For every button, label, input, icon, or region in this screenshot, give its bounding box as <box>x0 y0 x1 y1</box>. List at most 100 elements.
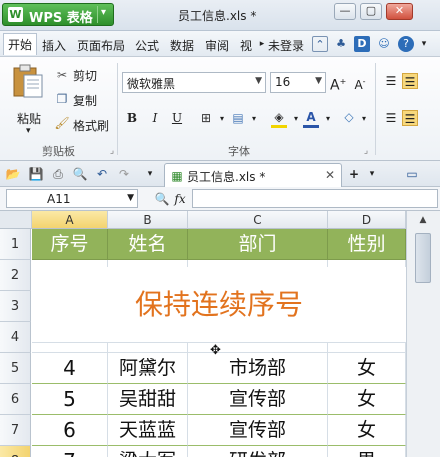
skin-icon[interactable]: ♣ <box>333 36 349 52</box>
minimize-button[interactable]: — <box>334 3 356 20</box>
highlight-dropdown-icon[interactable]: ▾ <box>288 111 304 127</box>
cell-dept[interactable]: 宣传部 <box>188 415 328 446</box>
row-header-2[interactable]: 2 <box>0 260 31 291</box>
cell-gender[interactable]: 女 <box>328 353 406 384</box>
close-icon[interactable]: ✕ <box>325 168 335 182</box>
column-header-a[interactable]: A <box>32 211 108 229</box>
cell-name[interactable]: 吴甜甜 <box>108 384 188 415</box>
redo-icon[interactable]: ↷ <box>116 166 132 182</box>
row-header-6[interactable]: 6 <box>0 384 31 415</box>
italic-button[interactable]: I <box>147 110 163 126</box>
tab-document[interactable]: ▦ 员工信息.xls * ✕ <box>164 163 342 187</box>
cell-dept[interactable]: 研发部 <box>188 446 328 457</box>
formula-input[interactable] <box>192 189 438 208</box>
open-folder-icon[interactable]: 📂 <box>5 166 21 182</box>
user-icon[interactable]: ☺ <box>376 36 392 52</box>
paste-dropdown-icon[interactable]: ▾ <box>26 126 31 136</box>
header-cell-name[interactable]: 姓名 <box>108 229 188 260</box>
merged-title-cell[interactable]: 保持连续序号 <box>32 267 406 343</box>
cell-gender[interactable]: 女 <box>328 384 406 415</box>
decrease-font-icon[interactable]: A- <box>352 74 368 92</box>
tab-home[interactable]: 开始 <box>3 33 38 55</box>
paste-button[interactable]: 粘贴 ▾ <box>8 63 48 136</box>
column-header-c[interactable]: C <box>188 211 328 229</box>
font-size-select[interactable]: 16 ▼ <box>270 72 326 93</box>
scroll-up-icon[interactable]: ▲ <box>415 215 431 229</box>
fill-format-dropdown-icon[interactable]: ▾ <box>246 111 262 127</box>
fill-format-icon[interactable]: ▤ <box>230 110 246 126</box>
clear-format-dropdown-icon[interactable]: ▾ <box>356 111 372 127</box>
tab-list-icon[interactable]: ▭ <box>404 166 420 182</box>
help-icon[interactable]: ? <box>398 36 414 52</box>
quick-access-dropdown-icon[interactable]: ▾ <box>142 166 158 182</box>
header-cell-seq[interactable]: 序号 <box>32 229 108 260</box>
cell-seq[interactable]: 4 <box>32 353 108 384</box>
cell-name[interactable]: 阿黛尔 <box>108 353 188 384</box>
cut-button[interactable]: 剪切 <box>73 67 97 84</box>
column-header-b[interactable]: B <box>108 211 188 229</box>
maximize-button[interactable]: ▢ <box>360 3 382 20</box>
row-header-8[interactable]: 8 <box>0 446 31 457</box>
login-status[interactable]: 未登录 <box>268 37 304 54</box>
header-cell-gender[interactable]: 性别 <box>328 229 406 260</box>
tab-review[interactable]: 审阅 <box>205 37 229 54</box>
align-center-icon[interactable]: ☰ <box>402 110 418 126</box>
name-box[interactable]: A11 ▼ <box>6 189 138 208</box>
row-header-7[interactable]: 7 <box>0 415 31 446</box>
border-dropdown-icon[interactable]: ▾ <box>214 111 230 127</box>
highlight-color-icon[interactable]: ◈ <box>271 109 287 125</box>
tab-formulas[interactable]: 公式 <box>135 37 159 54</box>
new-tab-dropdown-icon[interactable]: ▾ <box>364 166 380 182</box>
cell-dept[interactable]: 宣传部 <box>188 384 328 415</box>
bold-button[interactable]: B <box>124 110 140 126</box>
clear-format-icon[interactable]: ◇ <box>341 109 357 125</box>
increase-font-icon[interactable]: A+ <box>330 74 346 94</box>
format-painter-button[interactable]: 格式刷 <box>73 117 109 134</box>
tab-page-layout[interactable]: 页面布局 <box>77 37 125 54</box>
row-header-5[interactable]: 5 <box>0 353 31 384</box>
underline-button[interactable]: U <box>169 110 185 126</box>
scroll-thumb[interactable] <box>415 233 431 283</box>
header-cell-dept[interactable]: 部门 <box>188 229 328 260</box>
font-color-icon[interactable]: A <box>303 109 319 125</box>
cell-dept[interactable]: 市场部 <box>188 353 328 384</box>
fx-button[interactable]: fx <box>172 191 188 207</box>
cell-seq[interactable]: 5 <box>32 384 108 415</box>
cell-seq[interactable]: 6 <box>32 415 108 446</box>
cell-name[interactable]: 天蓝蓝 <box>108 415 188 446</box>
select-all-corner[interactable] <box>0 211 32 229</box>
column-header-d[interactable]: D <box>328 211 406 229</box>
wps-menu-button[interactable]: W WPS 表格 ▾ <box>2 3 114 26</box>
align-top-icon[interactable]: ☰ <box>383 73 399 89</box>
row-header-3[interactable]: 3 <box>0 291 31 322</box>
save-icon[interactable]: 💾 <box>28 166 44 182</box>
font-name-select[interactable]: 微软雅黑 ▼ <box>122 72 266 93</box>
border-icon[interactable]: ⊞ <box>198 110 214 126</box>
vertical-scrollbar[interactable]: ▲ <box>406 211 440 457</box>
align-middle-icon[interactable]: ☰ <box>402 73 418 89</box>
font-launcher-icon[interactable]: ⌟ <box>358 143 374 159</box>
cell-gender[interactable]: 男 <box>328 446 406 457</box>
tab-insert[interactable]: 插入 <box>42 37 66 54</box>
zoom-icon[interactable]: 🔍 <box>154 191 170 207</box>
font-color-dropdown-icon[interactable]: ▾ <box>320 111 336 127</box>
docer-icon[interactable]: D <box>354 36 370 52</box>
row-header-1[interactable]: 1 <box>0 229 31 260</box>
copy-button[interactable]: 复制 <box>73 92 97 109</box>
new-tab-button[interactable]: + <box>346 166 362 182</box>
formula-bar: A11 ▼ 🔍 fx <box>0 187 440 211</box>
tab-view[interactable]: 视 <box>240 37 252 54</box>
cell-name[interactable]: 梁大军 <box>108 446 188 457</box>
close-button[interactable]: ✕ <box>386 3 413 20</box>
collapse-ribbon-icon[interactable]: ⌃ <box>312 36 328 52</box>
cell-gender[interactable]: 女 <box>328 415 406 446</box>
align-left-icon[interactable]: ☰ <box>383 110 399 126</box>
chevron-down-icon[interactable]: ▾ <box>101 7 106 18</box>
tab-data[interactable]: 数据 <box>170 37 194 54</box>
print-preview-icon[interactable]: 🔍 <box>72 166 88 182</box>
cell-seq[interactable]: 7 <box>32 446 108 457</box>
row-header-4[interactable]: 4 <box>0 322 31 353</box>
undo-icon[interactable]: ↶ <box>94 166 110 182</box>
print-icon[interactable]: ⎙ <box>50 166 66 182</box>
help-dropdown-icon[interactable]: ▾ <box>416 36 432 52</box>
